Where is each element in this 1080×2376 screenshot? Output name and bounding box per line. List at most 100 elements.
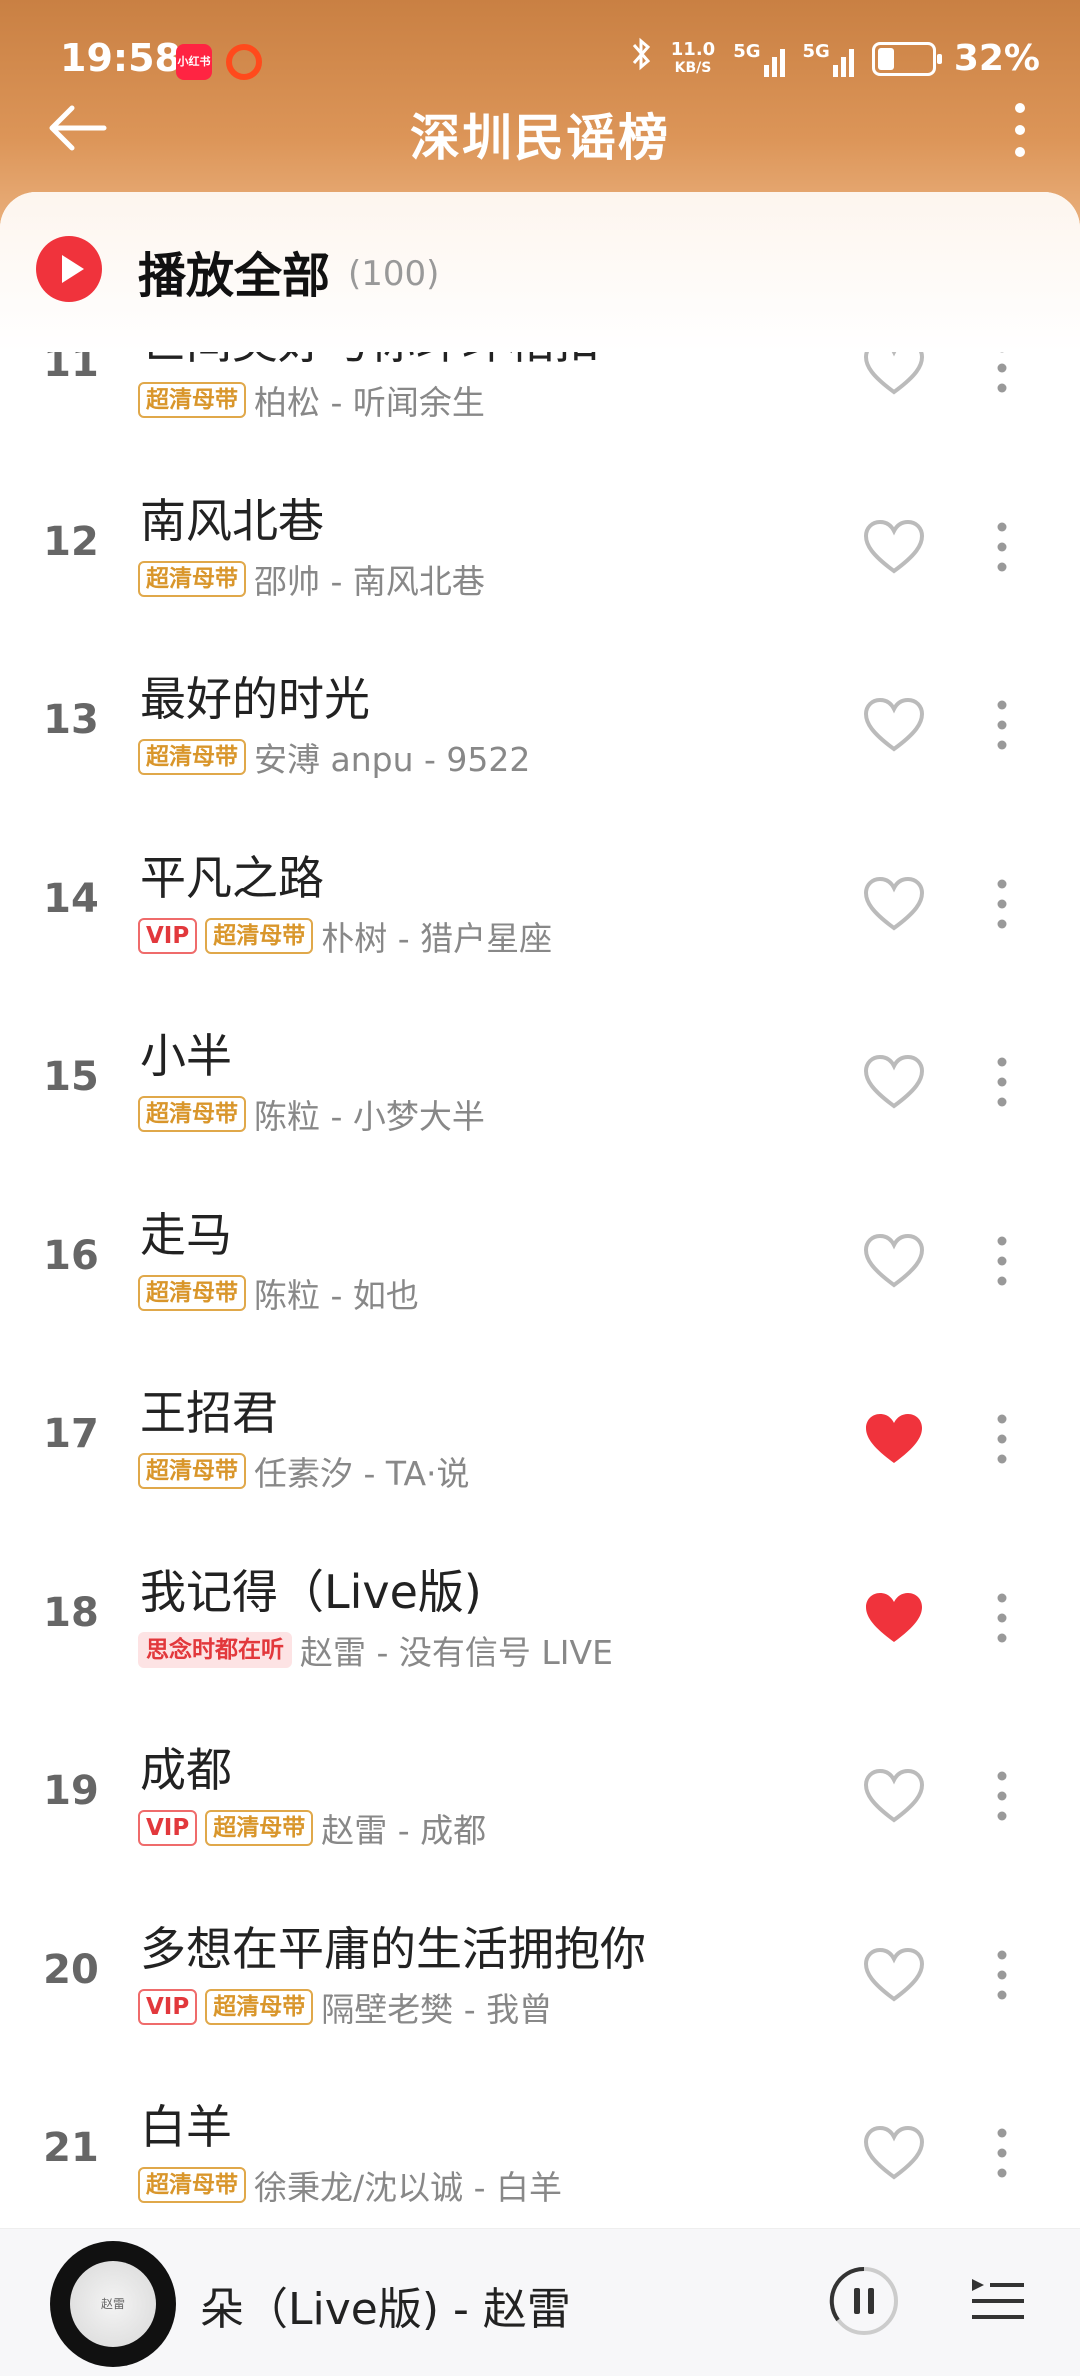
page-title: 深圳民谣榜 [410, 109, 670, 167]
heart-outline-icon[interactable] [862, 517, 926, 577]
song-rank: 20 [43, 1946, 99, 1993]
song-title: 白羊 [140, 2100, 232, 2154]
song-meta: 超清母带 陈粒 - 如也 [138, 1269, 419, 1317]
heart-filled-icon[interactable] [862, 1409, 926, 1469]
song-meta: VIP 超清母带 赵雷 - 成都 [138, 1804, 486, 1852]
heart-outline-icon[interactable] [862, 1052, 926, 1112]
song-row[interactable]: 19 成都 VIP 超清母带 赵雷 - 成都 [0, 1700, 1080, 1880]
album-cover-label: 赵雷 [70, 2261, 156, 2347]
song-artist-album: 赵雷 - 成都 [321, 1811, 487, 1850]
song-rank: 16 [43, 1232, 99, 1279]
song-row[interactable]: 21 白羊超清母带 徐秉龙/沈以诚 - 白羊 [0, 2057, 1080, 2237]
playlist-icon[interactable] [966, 2269, 1028, 2331]
song-artist-album: 任素汐 - TA·说 [254, 1454, 470, 1493]
song-rank: 17 [43, 1411, 99, 1457]
vip-badge: VIP [138, 917, 198, 954]
song-title: 多想在平庸的生活拥抱你 [140, 1921, 646, 1976]
song-rank: 18 [43, 1589, 99, 1636]
song-title: 王招君 [140, 1386, 278, 1440]
heart-outline-icon[interactable] [862, 874, 926, 934]
song-meta: 超清母带 陈粒 - 小梦大半 [138, 1090, 485, 1138]
song-meta: 超清母带 任素汐 - TA·说 [138, 1447, 470, 1495]
song-rank: 13 [43, 697, 99, 743]
song-more-icon[interactable] [980, 511, 1024, 583]
quality-badge: 超清母带 [138, 560, 246, 597]
song-more-icon[interactable] [980, 1403, 1024, 1475]
heart-filled-icon[interactable] [862, 1588, 926, 1648]
quality-badge: 超清母带 [138, 2167, 246, 2203]
vip-badge: VIP [138, 1988, 198, 2025]
song-title: 小半 [140, 1029, 232, 1083]
song-artist-album: 徐秉龙/沈以诚 - 白羊 [254, 2168, 563, 2207]
song-artist-album: 陈粒 - 小梦大半 [254, 1097, 485, 1136]
song-rank: 19 [43, 1768, 99, 1814]
quality-badge: 超清母带 [138, 739, 246, 775]
song-more-icon[interactable] [980, 1046, 1024, 1118]
signal-icon-sim1: 5G [733, 41, 785, 77]
song-row[interactable]: 12 南风北巷 超清母带 邵帅 - 南风北巷 [0, 451, 1080, 631]
battery-icon [871, 41, 942, 76]
quality-badge: 超清母带 [138, 1096, 246, 1132]
song-artist-album: 赵雷 - 没有信号 LIVE [300, 1632, 613, 1672]
mini-player[interactable]: 赵雷 朵（Live版) - 赵雷 [0, 2228, 1080, 2376]
song-row[interactable]: 17 王招君超清母带 任素汐 - TA·说 [0, 1343, 1080, 1523]
pause-icon[interactable] [828, 2265, 900, 2337]
song-more-icon[interactable] [980, 868, 1024, 940]
top-nav: 深圳民谣榜 [0, 90, 1080, 170]
song-more-icon[interactable] [980, 1582, 1024, 1654]
quality-badge: 思念时都在听 [138, 1631, 292, 1668]
song-more-icon[interactable] [980, 1760, 1024, 1832]
song-more-icon[interactable] [980, 2117, 1024, 2189]
heart-outline-icon[interactable] [862, 1766, 926, 1826]
song-meta: 超清母带 安溥 anpu - 9522 [138, 733, 530, 781]
album-cover[interactable]: 赵雷 [50, 2241, 176, 2367]
song-title: 最好的时光 [140, 672, 370, 726]
song-more-icon[interactable] [980, 689, 1024, 761]
song-artist-album: 柏松 - 听闻余生 [254, 383, 485, 422]
play-all-button[interactable]: 播放全部 (100) [0, 192, 1080, 352]
status-indicators: 11.0 KB/S 5G 5G 32% [631, 36, 1040, 81]
network-speed: 11.0 KB/S [670, 38, 716, 76]
song-rank: 14 [43, 875, 99, 922]
song-more-icon[interactable] [980, 1939, 1024, 2011]
song-meta: 思念时都在听 赵雷 - 没有信号 LIVE [138, 1626, 613, 1674]
song-meta: 超清母带 邵帅 - 南风北巷 [138, 555, 485, 603]
quality-badge: 超清母带 [205, 1988, 314, 2025]
more-vertical-icon[interactable] [1000, 94, 1040, 166]
song-artist-album: 隔壁老樊 - 我曾 [321, 1989, 553, 2029]
song-title: 平凡之路 [140, 850, 324, 905]
song-title: 成都 [140, 1743, 232, 1797]
status-time: 19:58 [60, 36, 181, 80]
quality-badge: 超清母带 [138, 1453, 246, 1489]
play-all-label: 播放全部 [138, 248, 331, 304]
heart-outline-icon[interactable] [862, 2123, 926, 2183]
heart-outline-icon[interactable] [862, 695, 926, 755]
play-circle-icon[interactable] [36, 236, 102, 302]
song-row[interactable]: 13 最好的时光超清母带 安溥 anpu - 9522 [0, 629, 1080, 809]
song-title: 我记得（Live版) [140, 1564, 482, 1619]
bluetooth-icon [631, 36, 653, 81]
song-artist-album: 陈粒 - 如也 [254, 1275, 419, 1315]
quality-badge: 超清母带 [138, 1274, 246, 1311]
song-artist-album: 朴树 - 猎户星座 [321, 918, 553, 958]
song-rank: 12 [43, 518, 99, 565]
song-row[interactable]: 18 我记得（Live版) 思念时都在听 赵雷 - 没有信号 LIVE [0, 1522, 1080, 1702]
song-more-icon[interactable] [980, 1225, 1024, 1297]
song-meta: VIP 超清母带 隔壁老樊 - 我曾 [138, 1983, 552, 2031]
song-row[interactable]: 20 多想在平庸的生活拥抱你 VIP 超清母带 隔壁老樊 - 我曾 [0, 1879, 1080, 2059]
heart-outline-icon[interactable] [862, 1945, 926, 2005]
song-row[interactable]: 14 平凡之路 VIP 超清母带 朴树 - 猎户星座 [0, 808, 1080, 988]
song-title: 走马 [140, 1207, 232, 1262]
signal-icon-sim2: 5G [803, 41, 854, 77]
song-rank: 15 [43, 1054, 99, 1100]
heart-outline-icon[interactable] [862, 1231, 926, 1291]
quality-badge: 超清母带 [205, 1810, 314, 1846]
song-row[interactable]: 15 小半超清母带 陈粒 - 小梦大半 [0, 986, 1080, 1166]
song-row[interactable]: 16 走马超清母带 陈粒 - 如也 [0, 1165, 1080, 1345]
song-rank: 21 [43, 2125, 99, 2171]
notification-ring-icon [226, 44, 262, 80]
song-meta: 超清母带 徐秉龙/沈以诚 - 白羊 [138, 2161, 562, 2209]
now-playing-title[interactable]: 朵（Live版) - 赵雷 [200, 2273, 571, 2337]
quality-badge: 超清母带 [138, 382, 246, 418]
song-meta: VIP 超清母带 朴树 - 猎户星座 [138, 912, 552, 960]
